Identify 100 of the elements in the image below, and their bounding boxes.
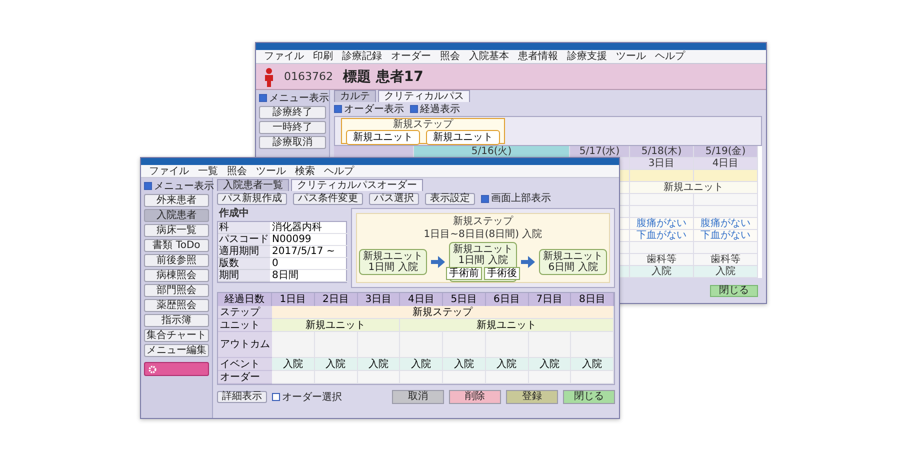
grid-cell: 下血がない	[694, 230, 758, 242]
checkbox-label: 画面上部表示	[491, 193, 551, 204]
checkbox-label: オーダー選択	[282, 392, 342, 402]
field-label: 適用期間	[218, 246, 270, 258]
grid-cell: 入院	[400, 358, 443, 371]
tab[interactable]: クリティカルパス	[378, 90, 470, 102]
field-value: 消化器内科	[270, 222, 348, 234]
tab[interactable]: 入院患者一覧	[217, 179, 289, 191]
column-header: 2日目	[314, 293, 358, 306]
grid-cell: 新規ユニット	[400, 319, 614, 332]
grid-cell: 入院	[358, 358, 400, 371]
row-label: オーダー	[218, 371, 272, 384]
menu-item[interactable]: ツール	[616, 51, 646, 62]
checkbox-label: メニュー表示	[154, 180, 214, 192]
date-header: 5/18(木)	[630, 146, 694, 158]
menu-item[interactable]: 一覧	[198, 166, 218, 176]
patient-name: 標題 患者17	[343, 68, 424, 84]
sidebar-button[interactable]: 入院患者	[144, 209, 209, 222]
sidebar-button[interactable]: メニュー編集	[144, 344, 209, 357]
menu-item[interactable]: 診療支援	[567, 51, 607, 62]
field-label: 版数	[218, 258, 270, 270]
menu-item[interactable]: ファイル	[149, 166, 189, 176]
phase-label: 手術前	[446, 267, 482, 280]
checkbox-label: オーダー表示	[344, 104, 404, 114]
menu-item[interactable]: 入院基本	[469, 51, 509, 62]
column-header: 7日目	[528, 293, 572, 306]
toolbar-button[interactable]: 表示設定	[425, 192, 475, 204]
checkbox-label: 経過表示	[420, 104, 460, 114]
field-value: N00099	[270, 234, 348, 246]
sidebar-button[interactable]: 薬歴照会	[144, 299, 209, 312]
sidebar-button[interactable]: 病棟照会	[144, 269, 209, 282]
grid-cell: 入院	[486, 358, 528, 371]
tab[interactable]: カルテ	[334, 90, 376, 102]
unit-box[interactable]: 新規ユニット	[346, 130, 420, 145]
sidebar-button[interactable]: 前後参照	[144, 254, 209, 267]
menu-item[interactable]: 診療記録	[342, 51, 382, 62]
menu-item[interactable]: 検索	[295, 166, 315, 176]
detail-button[interactable]: 詳細表示	[217, 391, 267, 403]
sidebar-button[interactable]: 一時終了	[259, 121, 326, 134]
field-label: 期間	[218, 270, 270, 282]
unit-detail: 1日間 入院	[458, 255, 508, 266]
toolbar-button[interactable]: パス選択	[369, 192, 419, 204]
sidebar-button[interactable]: 書類 ToDo	[144, 239, 209, 252]
toolbar-button[interactable]: パス新規作成	[217, 192, 287, 204]
column-header: 6日目	[486, 293, 528, 306]
day-header: 4日目	[694, 158, 758, 170]
date-header: 5/16(火)	[414, 146, 570, 158]
sidebar-button[interactable]: 指示簿	[144, 314, 209, 327]
menu-item[interactable]: ツール	[256, 166, 286, 176]
field-label: 科	[218, 222, 270, 234]
checkbox-label: メニュー表示	[269, 92, 329, 104]
unit-name: 新規ユニット	[543, 251, 603, 262]
patient-id: 0163762	[284, 71, 333, 82]
menu-item[interactable]: ファイル	[264, 51, 304, 62]
menu-item[interactable]: オーダー	[391, 51, 431, 62]
sidebar-button[interactable]: 病床一覧	[144, 224, 209, 237]
field-value: 0	[270, 258, 348, 270]
menu-item[interactable]: 印刷	[313, 51, 333, 62]
grid-cell: 腹痛がない	[694, 218, 758, 230]
grid-cell: 新規ユニット	[272, 319, 400, 332]
unit-detail: 6日間 入院	[548, 262, 598, 273]
row-label: ユニット	[218, 319, 272, 332]
sidebar-button[interactable]: 診療終了	[259, 106, 326, 119]
column-header: 5日目	[443, 293, 486, 306]
row-label: イベント	[218, 358, 272, 371]
grid-cell: 入院	[443, 358, 486, 371]
tab[interactable]: クリティカルパスオーダー	[291, 179, 423, 191]
status-label: 作成中	[218, 208, 250, 219]
grid-cell: 入院	[694, 266, 758, 278]
unit-name: 新規ユニット	[363, 251, 423, 262]
step-label: 新規ステップ	[393, 119, 453, 130]
toolbar-button[interactable]: パス条件変更	[293, 192, 363, 204]
menu-item[interactable]: 照会	[227, 166, 247, 176]
menu-item[interactable]: 照会	[440, 51, 460, 62]
action-button[interactable]: 閉じる	[563, 390, 615, 404]
step-label: 新規ステップ	[453, 216, 513, 227]
grid-cell: 歯科等	[630, 254, 694, 266]
row-label: ステップ	[218, 306, 272, 319]
date-header: 5/19(金)	[694, 146, 758, 158]
action-button[interactable]: 取消	[392, 390, 444, 404]
grid-cell: 入院	[630, 266, 694, 278]
column-header: 8日目	[571, 293, 614, 306]
grid-cell: 入院	[272, 358, 315, 371]
sidebar-button[interactable]: 部門照会	[144, 284, 209, 297]
sidebar-button[interactable]: 集合チャート	[144, 329, 209, 342]
grid-cell: 下血がない	[630, 230, 694, 242]
menu-item[interactable]: 患者情報	[518, 51, 558, 62]
action-button[interactable]: 削除	[449, 390, 501, 404]
phase-label: 手術後	[484, 267, 520, 280]
sidebar-button[interactable]: 外来患者	[144, 194, 209, 207]
day-header: 3日目	[630, 158, 694, 170]
unit-name: 新規ユニット	[453, 244, 513, 255]
grid-cell: 腹痛がない	[630, 218, 694, 230]
menu-item[interactable]: ヘルプ	[324, 166, 354, 176]
menu-item[interactable]: ヘルプ	[655, 51, 685, 62]
close-button[interactable]: 閉じる	[710, 284, 758, 296]
sidebar-button[interactable]: 診療取消	[259, 136, 326, 149]
unit-box[interactable]: 新規ユニット	[426, 130, 500, 145]
action-button[interactable]: 登録	[506, 390, 558, 404]
field-value: 8日間	[270, 270, 348, 282]
